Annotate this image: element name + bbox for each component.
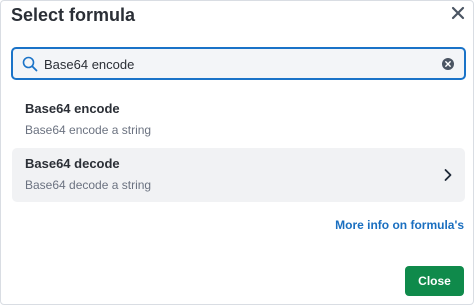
more-info-link[interactable]: More info on formula's bbox=[335, 218, 464, 232]
close-button[interactable]: Close bbox=[405, 266, 464, 296]
list-item[interactable]: Base64 encode Base64 encode a string bbox=[12, 93, 465, 147]
search-input[interactable] bbox=[44, 54, 434, 74]
chevron-right-icon bbox=[444, 169, 452, 181]
formula-description: Base64 encode a string bbox=[25, 123, 152, 137]
formula-name: Base64 decode bbox=[25, 156, 120, 171]
close-icon[interactable] bbox=[451, 6, 465, 20]
search-icon bbox=[22, 56, 38, 72]
clear-circle-icon[interactable] bbox=[442, 58, 454, 70]
formula-name: Base64 encode bbox=[25, 101, 120, 116]
dialog-title: Select formula bbox=[11, 5, 136, 25]
list-item[interactable]: Base64 decode Base64 decode a string bbox=[12, 148, 465, 202]
formula-description: Base64 decode a string bbox=[25, 178, 152, 192]
select-formula-dialog: Select formula Base64 encode Base64 enco… bbox=[0, 0, 474, 305]
search-box bbox=[11, 47, 466, 80]
